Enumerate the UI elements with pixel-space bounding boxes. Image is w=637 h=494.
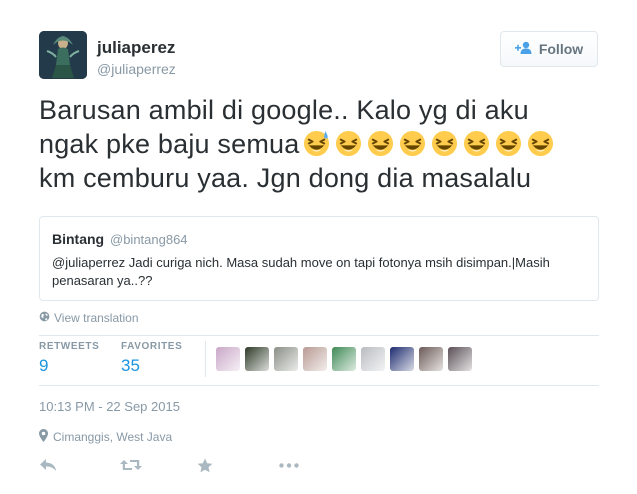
tweet-line-3: km cemburu yaa. Jgn dong dia masalalu — [39, 163, 532, 193]
favoriter-avatar[interactable] — [245, 347, 269, 371]
view-translation-label: View translation — [54, 311, 139, 325]
favoriters-list — [216, 347, 472, 371]
quote-author-name[interactable]: Bintang — [52, 231, 104, 247]
favorites-label: FAVORITES — [121, 341, 183, 352]
favoriter-avatar[interactable] — [303, 347, 327, 371]
retweets-count: 9 — [39, 356, 49, 375]
follow-button[interactable]: Follow — [500, 31, 598, 67]
tweet-actions — [39, 455, 300, 475]
sweat-smile-emoji — [304, 130, 330, 157]
reply-icon[interactable] — [39, 455, 57, 475]
globe-icon — [39, 311, 50, 325]
favoriter-avatar[interactable] — [274, 347, 298, 371]
tweet-location[interactable]: Cimanggis, West Java — [39, 429, 172, 445]
author-avatar[interactable] — [39, 31, 87, 79]
favorites-count: 35 — [121, 356, 140, 375]
more-options-icon[interactable] — [278, 455, 300, 475]
favorites-stat[interactable]: FAVORITES 35 — [121, 341, 182, 376]
favoriter-avatar[interactable] — [390, 347, 414, 371]
quote-text: @juliaperrez Jadi curiga nich. Masa suda… — [52, 255, 550, 288]
divider — [39, 335, 599, 336]
retweets-stat[interactable]: RETWEETS 9 — [39, 341, 99, 376]
divider — [39, 385, 599, 386]
author-handle[interactable]: @juliaperrez — [97, 61, 176, 77]
laughing-emoji — [368, 130, 394, 157]
retweets-label: RETWEETS — [39, 341, 100, 352]
emoji-row — [303, 130, 554, 157]
laughing-emoji — [336, 130, 362, 157]
laughing-emoji — [496, 130, 522, 157]
favorite-star-icon[interactable] — [196, 455, 214, 475]
laughing-emoji — [528, 130, 554, 157]
stats-separator — [205, 341, 206, 377]
favoriter-avatar[interactable] — [332, 347, 356, 371]
quoted-tweet-card[interactable]: Bintang @bintang864 @juliaperrez Jadi cu… — [39, 216, 599, 301]
view-translation-link[interactable]: View translation — [39, 311, 139, 325]
favoriter-avatar[interactable] — [448, 347, 472, 371]
favoriter-avatar[interactable] — [361, 347, 385, 371]
tweet-line-2: ngak pke baju semua — [39, 127, 599, 161]
follow-button-label: Follow — [538, 41, 584, 57]
location-pin-icon — [39, 429, 48, 445]
laughing-emoji — [432, 130, 458, 157]
retweet-icon[interactable] — [119, 455, 143, 475]
location-label: Cimanggis, West Java — [53, 430, 173, 444]
tweet-line-2-text: ngak pke baju semua — [39, 129, 300, 159]
tweet-line-1: Barusan ambil di google.. Kalo yg di aku — [39, 95, 529, 125]
laughing-emoji — [400, 130, 426, 157]
author-name[interactable]: juliaperez — [97, 38, 175, 58]
favoriter-avatar[interactable] — [216, 347, 240, 371]
tweet-timestamp[interactable]: 10:13 PM - 22 Sep 2015 — [39, 399, 180, 414]
quote-author-handle[interactable]: @bintang864 — [110, 232, 188, 247]
favoriter-avatar[interactable] — [419, 347, 443, 371]
follow-user-icon — [514, 41, 533, 58]
laughing-emoji — [464, 130, 490, 157]
tweet-text: Barusan ambil di google.. Kalo yg di aku… — [39, 93, 599, 195]
